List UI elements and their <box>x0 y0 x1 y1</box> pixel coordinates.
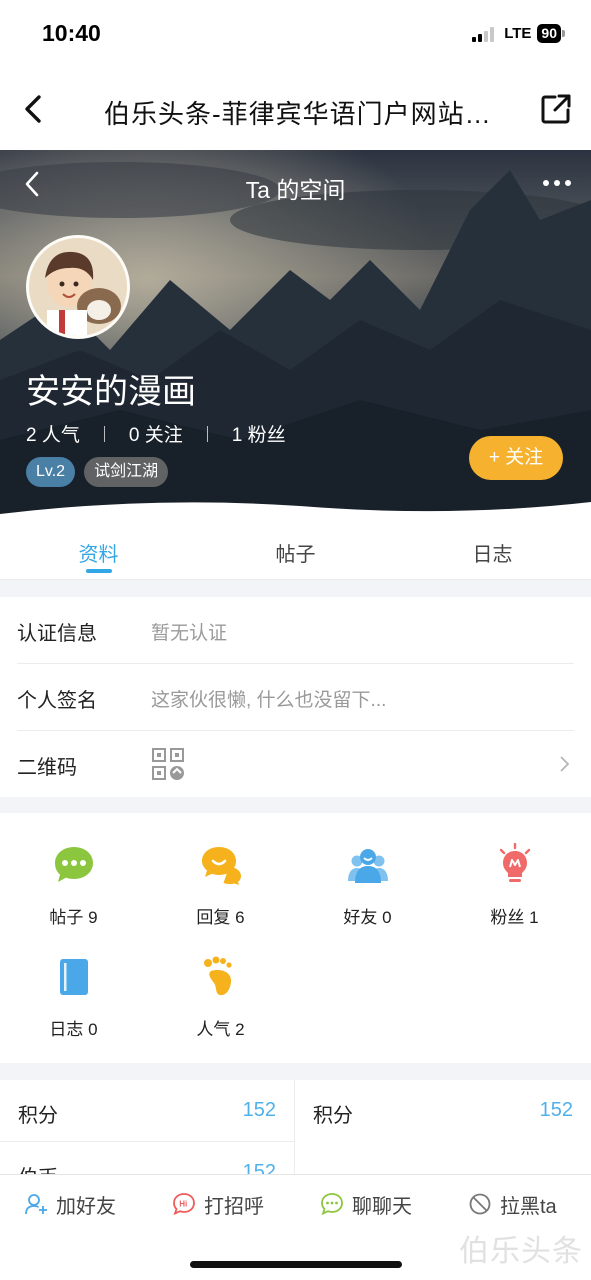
block-icon <box>469 1193 491 1215</box>
add-friend-button[interactable]: 加好友 <box>24 1189 116 1219</box>
battery-level: 90 <box>537 24 561 43</box>
action-label: 加好友 <box>56 1195 116 1218</box>
rank-badge: 试剑江湖 <box>84 457 169 487</box>
points-card: 积分 152 伯币 152 积分 152 <box>0 1080 591 1189</box>
chevron-right-icon <box>560 756 570 772</box>
add-friend-icon <box>25 1194 47 1215</box>
friends-icon <box>347 849 388 883</box>
hero-wave-divider <box>0 502 591 522</box>
lightbulb-icon <box>499 842 530 882</box>
tab-blog[interactable]: 日志 <box>394 522 591 579</box>
status-time: 10:40 <box>42 20 101 46</box>
action-label: 聊聊天 <box>352 1195 412 1218</box>
points-value: 152 <box>242 1099 276 1121</box>
block-button[interactable]: 拉黑ta <box>468 1189 557 1219</box>
signature-value: 这家伙很懒, 什么也没留下... <box>151 690 387 711</box>
say-hi-button[interactable]: Hi 打招呼 <box>172 1189 264 1219</box>
points-row: 积分 152 <box>295 1080 591 1142</box>
points-column-right: 积分 152 <box>295 1080 591 1180</box>
reply-bubble-icon <box>201 847 241 885</box>
following-count[interactable]: 0 关注 <box>129 420 183 447</box>
page-title: 伯乐头条-菲律宾华语门户网站… <box>104 99 492 129</box>
hi-icon: Hi <box>173 1193 195 1216</box>
followers-count[interactable]: 1 粉丝 <box>232 420 286 447</box>
action-label: 打招呼 <box>204 1195 264 1218</box>
tab-indicator <box>85 569 112 573</box>
tab-label: 帖子 <box>275 544 316 566</box>
level-badge: Lv.2 <box>26 457 76 487</box>
grid-item-blog[interactable]: 日志 0 <box>0 925 147 1039</box>
chat-button[interactable]: 聊聊天 <box>320 1189 412 1219</box>
battery-icon: 90 <box>537 24 565 43</box>
tab-label: 日志 <box>472 544 513 566</box>
profile-tabs: 资料 帖子 日志 <box>0 522 591 580</box>
grid-label: 人气 2 <box>196 1020 245 1039</box>
user-badges: Lv.2 试剑江湖 <box>26 457 169 487</box>
signature-row: 个人签名 这家伙很懒, 什么也没留下... <box>17 664 574 731</box>
svg-text:Hi: Hi <box>179 1200 187 1209</box>
footprint-icon <box>203 956 232 996</box>
verification-value: 暂无认证 <box>151 623 228 644</box>
verification-label: 认证信息 <box>17 623 97 645</box>
watermark: 伯乐头条 <box>459 1235 583 1268</box>
share-external-icon[interactable] <box>539 92 573 126</box>
verification-row: 认证信息 暂无认证 <box>17 597 574 664</box>
tab-profile[interactable]: 资料 <box>0 522 197 579</box>
notebook-icon <box>59 959 88 995</box>
back-arrow-icon[interactable] <box>18 92 52 126</box>
qr-code-icon <box>152 748 184 780</box>
more-options-icon[interactable] <box>543 180 571 186</box>
profile-hero: Ta 的空间 安安的漫画 2 人气 0 关注 1 粉丝 Lv.2 试剑江湖 + … <box>0 150 591 522</box>
avatar[interactable] <box>26 235 130 339</box>
grid-label: 粉丝 1 <box>490 908 539 927</box>
grid-item-fans[interactable]: 粉丝 1 <box>441 813 588 927</box>
grid-item-friends[interactable]: 好友 0 <box>294 813 441 927</box>
grid-item-popularity[interactable]: 人气 2 <box>147 925 294 1039</box>
status-indicators: LTE 90 <box>472 24 565 43</box>
home-indicator[interactable] <box>190 1261 402 1268</box>
action-label: 拉黑ta <box>500 1195 557 1218</box>
signal-icon <box>472 26 495 42</box>
grid-item-posts[interactable]: 帖子 9 <box>0 813 147 927</box>
info-card: 认证信息 暂无认证 个人签名 这家伙很懒, 什么也没留下... 二维码 <box>0 597 591 797</box>
activity-grid: 帖子 9 回复 6 好友 0 粉丝 1 日志 0 人气 2 <box>0 813 591 1063</box>
points-column-left: 积分 152 伯币 152 <box>0 1080 294 1189</box>
user-name: 安安的漫画 <box>26 373 196 411</box>
points-label: 积分 <box>18 1105 58 1127</box>
title-bar: 伯乐头条-菲律宾华语门户网站… <box>0 70 591 150</box>
qr-code-row[interactable]: 二维码 <box>17 731 574 798</box>
space-title: Ta 的空间 <box>245 177 346 203</box>
network-type: LTE <box>504 25 532 42</box>
signature-label: 个人签名 <box>17 690 97 712</box>
qr-code-label: 二维码 <box>17 757 77 779</box>
follow-button[interactable]: + 关注 <box>469 436 563 480</box>
user-stats: 2 人气 0 关注 1 粉丝 <box>26 420 286 447</box>
popularity-count: 2 人气 <box>26 425 80 446</box>
chat-icon <box>321 1193 343 1216</box>
points-label: 积分 <box>313 1105 353 1127</box>
chat-bubble-icon <box>54 847 93 882</box>
tab-label: 资料 <box>78 544 119 566</box>
points-value: 152 <box>539 1099 573 1121</box>
points-row: 积分 152 <box>0 1080 294 1142</box>
grid-item-replies[interactable]: 回复 6 <box>147 813 294 927</box>
tab-posts[interactable]: 帖子 <box>197 522 394 579</box>
grid-label: 日志 0 <box>49 1020 98 1039</box>
status-bar: 10:40 LTE 90 <box>0 0 591 70</box>
grid-label: 好友 0 <box>343 908 392 927</box>
